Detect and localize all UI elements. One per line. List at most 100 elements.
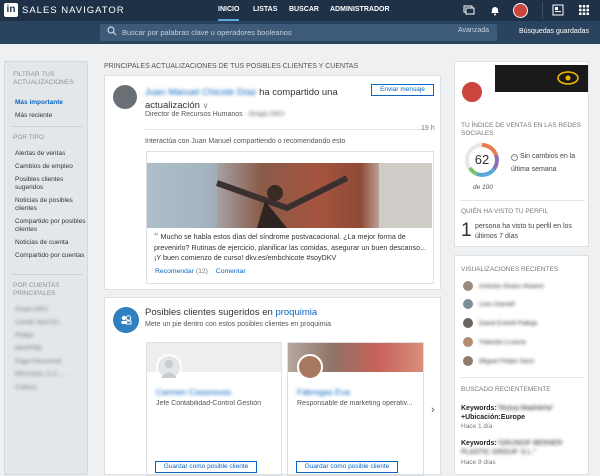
- suggested-subtitle: Mete un pie dentro con estos posibles cl…: [145, 321, 331, 328]
- like-button[interactable]: Recomendar: [155, 268, 194, 275]
- divider: [460, 377, 585, 378]
- filter-type-lead-news[interactable]: Noticias de posibles clientes: [15, 197, 87, 213]
- views-title: QUIÉN HA VISTO TU PERFIL: [461, 208, 549, 215]
- type-heading: POR TIPO: [13, 134, 44, 141]
- viewer-avatar[interactable]: [463, 356, 473, 366]
- ssi-card: TU ÍNDICE DE VENTAS EN LAS REDES SOCIALE…: [454, 61, 589, 247]
- ssi-ring[interactable]: 62: [463, 141, 501, 179]
- saved-searches-link[interactable]: Búsquedas guardadas: [519, 28, 589, 35]
- filter-type-account-news[interactable]: Noticias de cuenta: [15, 239, 87, 247]
- search-input[interactable]: [122, 25, 422, 40]
- profile-avatar[interactable]: [460, 80, 484, 104]
- divider: [11, 274, 83, 275]
- filter-most-important[interactable]: Más importante: [15, 99, 63, 107]
- nav-listas[interactable]: LISTAS: [253, 0, 277, 21]
- filter-account[interactable]: Philips: [15, 332, 34, 340]
- product-name: SALES NAVIGATOR: [22, 5, 125, 16]
- filter-type-job-changes[interactable]: Cambios de empleo: [15, 163, 87, 171]
- advanced-search-link[interactable]: Avanzada: [458, 27, 489, 34]
- divider: [542, 2, 543, 19]
- filter-account[interactable]: Collaco: [15, 384, 37, 392]
- linkedin-logo[interactable]: in: [4, 3, 18, 17]
- filter-type-sales-alerts[interactable]: Alertas de ventas: [15, 150, 87, 158]
- messages-icon[interactable]: [463, 4, 475, 16]
- search-label: Keywords:: [461, 405, 497, 412]
- search-when: Hace 1 día: [461, 423, 493, 430]
- viewer-name[interactable]: Yolanda LLaona: [479, 339, 526, 346]
- lead-card[interactable]: Fàbregas Eva Responsable de marketing op…: [287, 342, 424, 476]
- minus-circle-icon: –: [511, 154, 518, 161]
- views-text[interactable]: persona ha visto tu perfil en los último…: [475, 222, 585, 242]
- post-header: Juan Manuel Chicote Díaz ha compartido u…: [145, 86, 370, 112]
- notifications-bell-icon[interactable]: [489, 4, 501, 16]
- user-avatar[interactable]: [513, 3, 528, 18]
- viewer-avatar[interactable]: [463, 337, 473, 347]
- search-bar-region: Avanzada: [0, 21, 600, 44]
- recent-search[interactable]: Keywords:"GRUNDIF BERNER PLASTIC GROUP. …: [461, 439, 586, 457]
- profile-card-icon[interactable]: [552, 4, 564, 16]
- filter-type-shared-by-leads[interactable]: Compartido por posibles clientes: [15, 218, 87, 234]
- like-count: (12): [195, 268, 208, 275]
- filter-type-shared-by-accounts[interactable]: Compartido por cuentas: [15, 252, 87, 260]
- divider: [11, 126, 83, 127]
- send-message-button[interactable]: Enviar mensaje: [371, 84, 434, 96]
- lead-card[interactable]: Carmen Casanovas Jefe Contabilidad-Contr…: [146, 342, 282, 476]
- ssi-change: – Sin cambios en la última semana: [511, 150, 587, 176]
- nav-buscar[interactable]: BUSCAR: [289, 0, 319, 21]
- comment-button[interactable]: Comentar: [216, 268, 246, 275]
- recent-search[interactable]: Keywords:"Mutua Madrileña" +Ubicación:Eu…: [461, 404, 586, 422]
- engage-prompt: Interactúa con Juan Manuel compartiendo …: [145, 138, 346, 145]
- filter-account[interactable]: Condé Nast Es...: [15, 319, 64, 327]
- divider: [145, 129, 427, 130]
- views-count[interactable]: 1: [461, 220, 472, 242]
- save-lead-button[interactable]: Guardar como posible cliente: [155, 461, 257, 473]
- search-box[interactable]: Avanzada: [100, 24, 497, 41]
- feed-title: PRINCIPALES ACTUALIZACIONES DE TUS POSIB…: [104, 63, 359, 70]
- save-lead-button[interactable]: Guardar como posible cliente: [296, 461, 398, 473]
- filter-account[interactable]: Grupo DKV: [15, 306, 48, 314]
- filter-most-recent[interactable]: Más reciente: [15, 112, 52, 120]
- lead-role: Jefe Contabilidad-Control Gestión: [156, 400, 262, 407]
- poster-avatar[interactable]: [113, 85, 137, 109]
- chevron-down-icon[interactable]: ∨: [203, 101, 209, 110]
- post-image[interactable]: [147, 163, 432, 228]
- recent-activity-card: VISUALIZACIONES RECIENTES Antonio Alvaro…: [454, 255, 589, 475]
- company-link[interactable]: proquimia: [275, 307, 317, 318]
- ssi-score: 62: [474, 152, 490, 167]
- post-time: 19 h: [421, 125, 435, 132]
- lead-avatar[interactable]: [297, 354, 323, 380]
- filter-account[interactable]: Page Personnel: [15, 358, 61, 366]
- quote-text: Mucho se habla estos días del síndrome p…: [154, 232, 427, 262]
- viewer-name[interactable]: Antonio Alvaro Alvarez: [479, 283, 544, 290]
- suggested-title-text: Posibles clientes sugeridos en: [145, 307, 273, 318]
- lead-role: Responsable de marketing operativ...: [297, 400, 413, 407]
- nav-administrador[interactable]: ADMINISTRADOR: [330, 0, 390, 21]
- searched-title: BUSCADO RECIENTEMENTE: [461, 386, 551, 393]
- apps-grid-icon[interactable]: [578, 4, 590, 16]
- viewer-avatar[interactable]: [463, 318, 473, 328]
- viewer-name[interactable]: Miguel Felipe Sanz: [479, 358, 534, 365]
- post-card: Juan Manuel Chicote Díaz ha compartido u…: [104, 75, 441, 290]
- poster-name[interactable]: Juan Manuel Chicote Díaz: [145, 87, 256, 98]
- search-when: Hace 9 días: [461, 459, 496, 466]
- filter-heading: FILTRAR TUS ACTUALIZACIONES: [13, 71, 74, 86]
- search-label: Keywords:: [461, 440, 497, 447]
- viewer-avatar[interactable]: [463, 281, 473, 291]
- viewer-avatar[interactable]: [463, 299, 473, 309]
- viewer-name[interactable]: David Estivill Palleja: [479, 320, 537, 327]
- nav-inicio[interactable]: INICIO: [218, 0, 240, 21]
- post-actions: Recomendar (12) Comentar: [155, 268, 246, 275]
- viewer-name[interactable]: Lluis Gamell: [479, 301, 515, 308]
- suggested-title: Posibles clientes sugeridos en proquimia: [145, 307, 317, 318]
- chevron-right-icon[interactable]: ›: [431, 404, 435, 416]
- filter-account[interactable]: MAPFRE: [15, 345, 42, 353]
- filter-account[interactable]: PRAXSAL S.C. ...: [15, 371, 66, 379]
- filter-type-suggested-leads[interactable]: Posibles clientes sugeridos: [15, 176, 87, 192]
- lead-name[interactable]: Carmen Casanovas: [156, 387, 231, 397]
- ssi-change-text: Sin cambios en la última semana: [511, 153, 576, 173]
- lead-name[interactable]: Fàbregas Eva: [297, 387, 350, 397]
- top-navigation-bar: in SALES NAVIGATOR INICIO LISTAS BUSCAR …: [0, 0, 600, 21]
- post-quote: “ Mucho se habla estos días del síndrome…: [154, 231, 429, 264]
- lead-avatar[interactable]: [156, 354, 182, 380]
- ssi-of: de 100: [473, 184, 493, 191]
